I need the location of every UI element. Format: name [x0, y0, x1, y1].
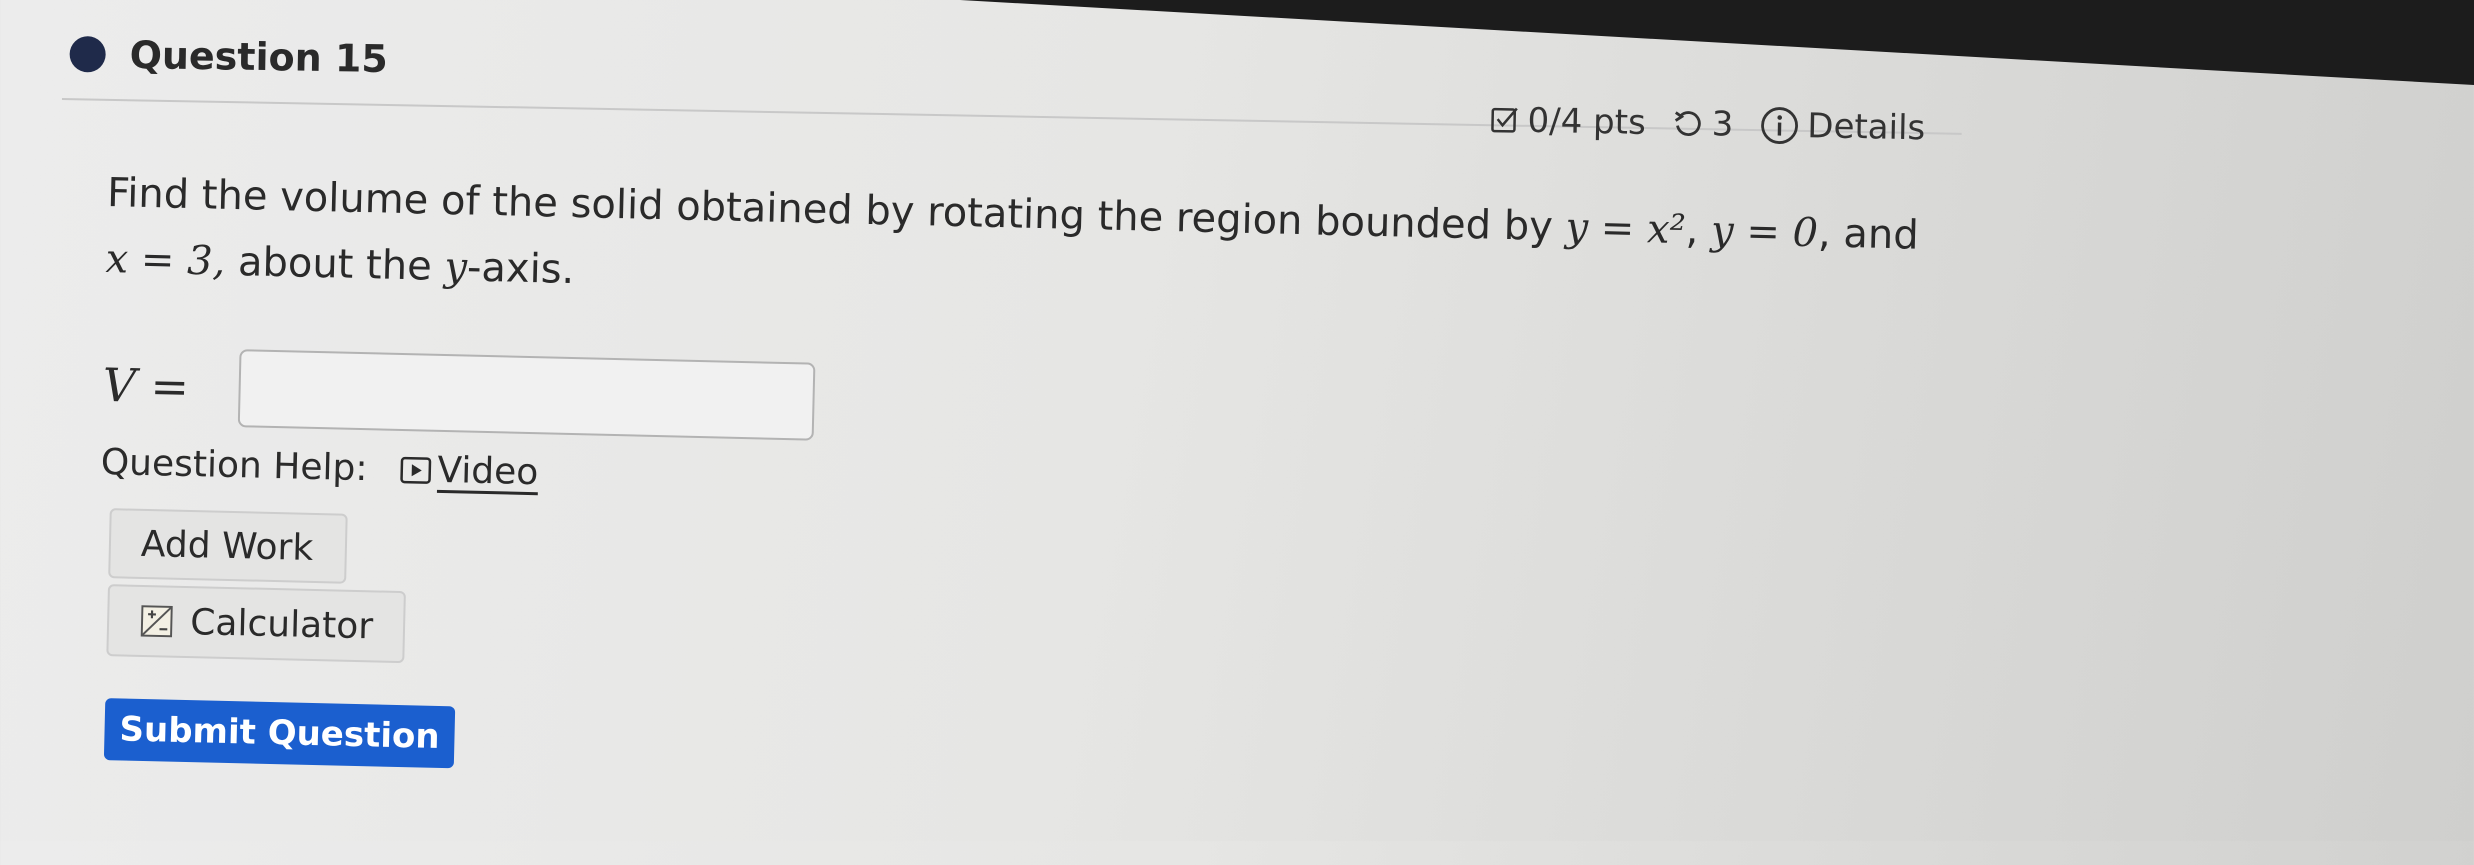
prompt-text-end: -axis. [466, 244, 575, 294]
answer-label: V = [102, 357, 190, 414]
retry-icon [1675, 111, 1701, 136]
points-text: 0/4 pts [1527, 100, 1647, 143]
prompt-text-after: about the [224, 238, 445, 290]
question-status-dot [69, 35, 106, 73]
add-work-button[interactable]: Add Work [108, 508, 348, 584]
details-label: Details [1806, 106, 1926, 149]
submit-question-button[interactable]: Submit Question [103, 698, 456, 769]
answer-input[interactable] [238, 349, 816, 441]
equation-y-x-squared: y = x² [1565, 204, 1687, 254]
question-title: Question 15 [129, 32, 389, 81]
video-link[interactable]: Video [399, 449, 539, 493]
equation-y-zero: y = 0 [1710, 207, 1819, 257]
calculator-button[interactable]: Calculator [106, 584, 406, 664]
attempts-text: 3 [1711, 104, 1734, 145]
calculator-icon [140, 605, 173, 638]
video-label: Video [436, 449, 539, 494]
prompt-separator-1: , [1685, 207, 1712, 254]
submit-question-label: Submit Question [119, 709, 441, 757]
checkbox-icon [1491, 107, 1518, 133]
points-indicator: 0/4 pts [1489, 100, 1646, 143]
question-help: Question Help: Video [100, 442, 538, 493]
add-work-label: Add Work [140, 523, 314, 569]
answer-row: V = [102, 346, 816, 441]
info-icon [1760, 107, 1798, 144]
prompt-text-before: Find the volume of the solid obtained by… [106, 169, 1567, 251]
question-help-label: Question Help: [100, 441, 368, 490]
axis-variable: y [443, 243, 468, 291]
prompt-separator-2: , and [1817, 210, 1920, 259]
question-meta: 0/4 pts 3 Details [1489, 100, 1951, 149]
calculator-label: Calculator [189, 601, 374, 647]
question-prompt: Find the volume of the solid obtained by… [105, 160, 1958, 336]
question-header: Question 15 [69, 32, 388, 81]
details-link[interactable]: Details [1759, 105, 1926, 148]
play-icon [399, 456, 431, 484]
equation-x-three: x = 3, [105, 235, 226, 285]
attempts-indicator: 3 [1671, 103, 1734, 145]
question-body: Find the volume of the solid obtained by… [92, 160, 2007, 865]
